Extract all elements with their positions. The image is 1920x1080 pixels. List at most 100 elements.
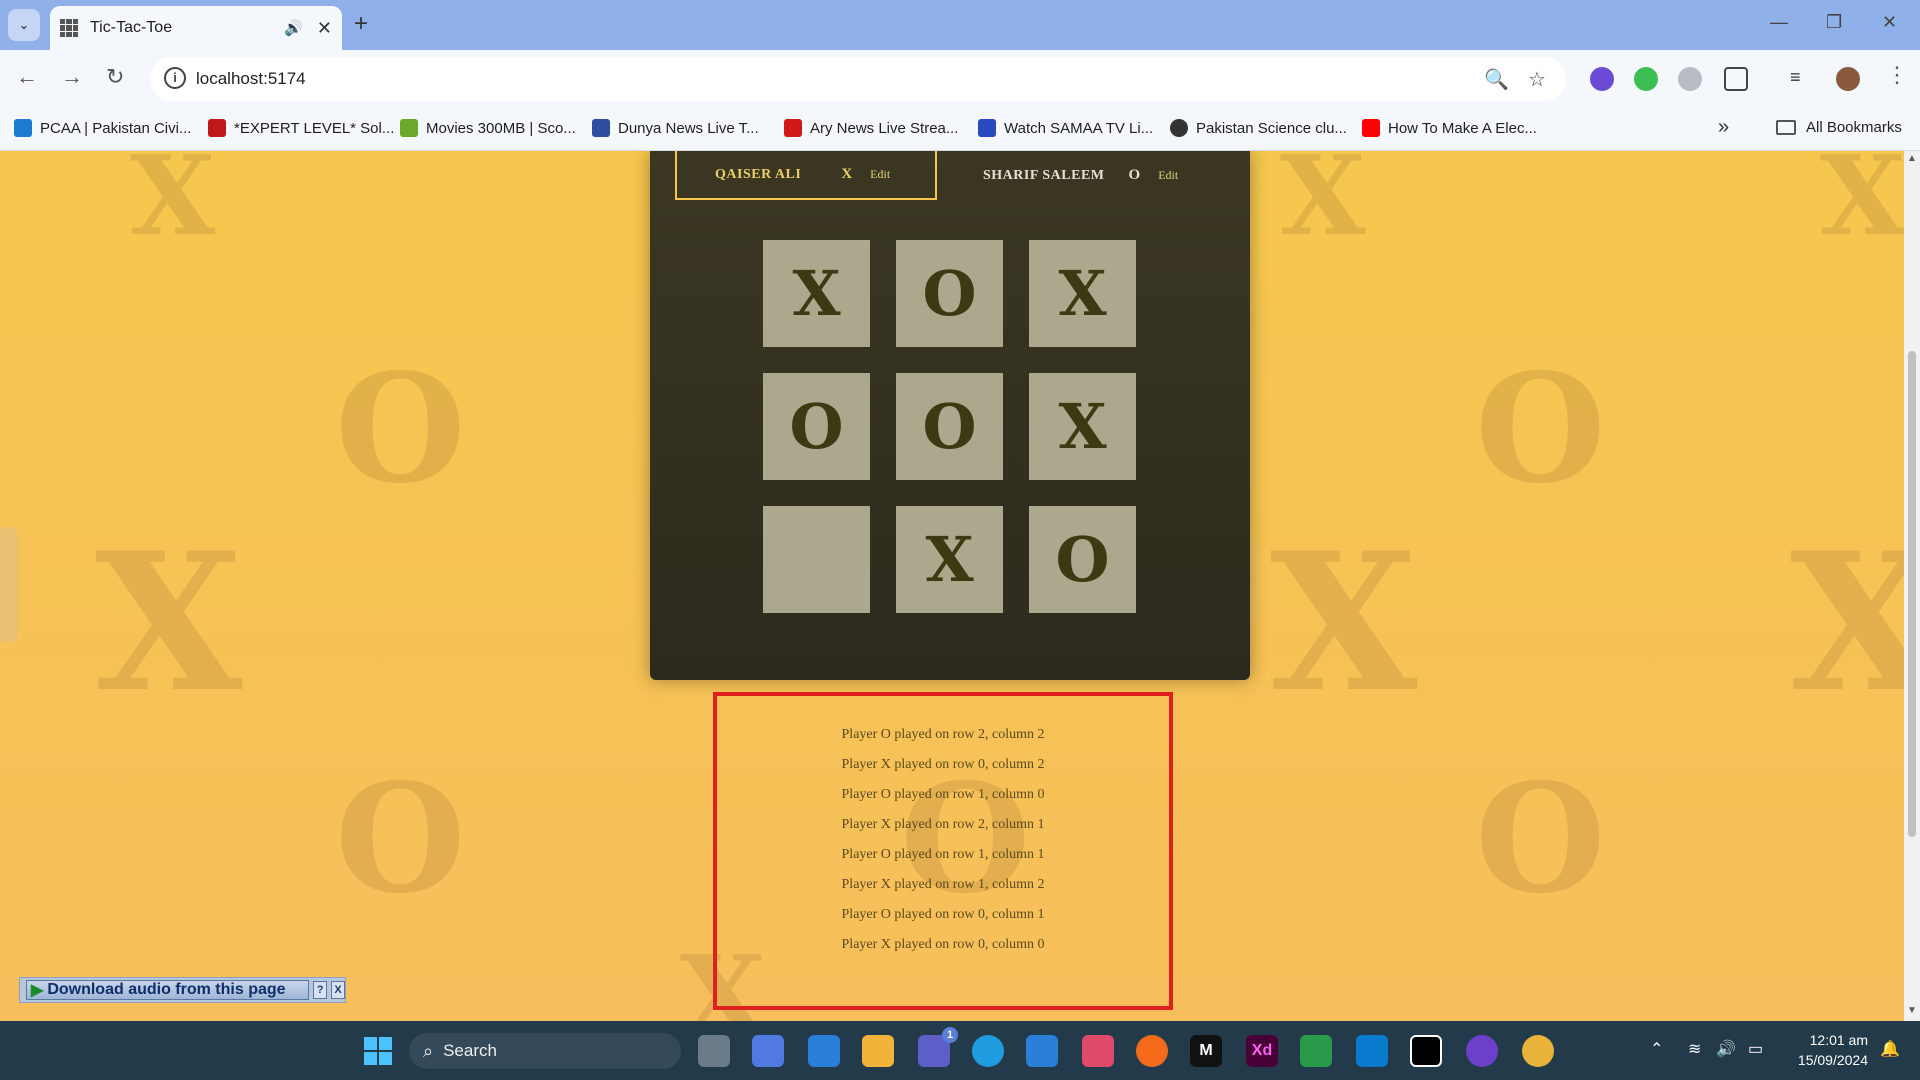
page-scrollbar[interactable]: ▲ ▼ — [1904, 151, 1920, 1021]
vscode-icon[interactable] — [1356, 1035, 1388, 1067]
bookmark-favicon-icon — [14, 119, 32, 137]
site-info-icon[interactable]: i — [164, 67, 186, 89]
all-bookmarks-button[interactable]: All Bookmarks — [1776, 119, 1902, 136]
minimize-icon[interactable]: — — [1770, 12, 1788, 33]
bookmark-item[interactable]: Watch SAMAA TV Li... — [978, 119, 1153, 137]
profile-avatar[interactable] — [1836, 67, 1860, 91]
background-o-icon: O — [1475, 341, 1606, 517]
menu-kebab-icon[interactable]: ⋮ — [1886, 62, 1908, 88]
board-cell[interactable]: X — [1029, 240, 1136, 347]
search-icon: ⌕ — [423, 1040, 434, 1061]
bookmark-item[interactable]: Dunya News Live T... — [592, 119, 759, 137]
clock[interactable]: 12:01 am 15/09/2024 — [1782, 1030, 1868, 1070]
media-control-icon[interactable]: ≡ — [1790, 67, 1814, 91]
log-item: Player X played on row 1, column 2 — [841, 877, 1045, 892]
board-cell[interactable]: O — [1029, 506, 1136, 613]
reload-icon[interactable]: ↻ — [106, 64, 124, 90]
windows-start-icon[interactable] — [362, 1035, 394, 1067]
player-name: SHARIF SALEEM — [983, 167, 1105, 183]
adobe-xd-icon[interactable]: Xd — [1246, 1035, 1278, 1067]
zoom-icon[interactable]: 🔍 — [1484, 67, 1509, 92]
board-cell[interactable] — [763, 506, 870, 613]
taskbar-search[interactable]: ⌕ Search — [409, 1033, 681, 1069]
copilot-icon[interactable] — [752, 1035, 784, 1067]
chrome-icon[interactable] — [1522, 1035, 1554, 1067]
more-bookmarks-icon[interactable]: » — [1718, 116, 1729, 139]
log-item: Player X played on row 0, column 2 — [841, 757, 1045, 772]
close-bar-button[interactable]: X — [331, 981, 345, 999]
bookmark-favicon-icon — [1170, 119, 1188, 137]
chevron-up-icon[interactable]: ⌃ — [1650, 1039, 1663, 1059]
time: 12:01 am — [1809, 1032, 1868, 1048]
bookmark-item[interactable]: How To Make A Elec... — [1362, 119, 1537, 137]
board-cell[interactable]: O — [763, 373, 870, 480]
back-icon[interactable]: ← — [16, 64, 38, 90]
bookmark-favicon-icon — [208, 119, 226, 137]
tab-search-button[interactable]: ⌄ — [8, 9, 40, 41]
log-item: Player O played on row 1, column 0 — [841, 787, 1045, 802]
bookmark-item[interactable]: Movies 300MB | Sco... — [400, 119, 576, 137]
scroll-thumb[interactable] — [1908, 351, 1916, 837]
app-square-icon[interactable] — [1410, 1035, 1442, 1067]
extension-icon[interactable] — [1590, 67, 1614, 91]
restore-icon[interactable]: ❐ — [1826, 12, 1842, 33]
soundcloud-icon[interactable] — [1136, 1035, 1168, 1067]
wifi-icon[interactable]: ≋ — [1688, 1039, 1701, 1059]
background-o-icon: O — [335, 751, 466, 927]
bookmark-star-icon[interactable]: ☆ — [1528, 67, 1546, 92]
bookmark-item[interactable]: PCAA | Pakistan Civi... — [14, 119, 191, 137]
bookmarks-bar: PCAA | Pakistan Civi... *EXPERT LEVEL* S… — [0, 108, 1920, 151]
mail-icon[interactable] — [1026, 1035, 1058, 1067]
github-icon[interactable] — [1466, 1035, 1498, 1067]
log-item: Player O played on row 0, column 1 — [841, 907, 1045, 922]
board-cell[interactable]: X — [896, 506, 1003, 613]
new-tab-button[interactable]: + — [354, 10, 368, 38]
url-text[interactable]: localhost:5174 — [196, 69, 306, 89]
shield-icon[interactable] — [1678, 67, 1702, 91]
volume-icon[interactable]: 🔊 — [1716, 1039, 1736, 1059]
extension-icon[interactable] — [1634, 67, 1658, 91]
file-explorer-icon[interactable] — [862, 1035, 894, 1067]
bookmark-item[interactable]: *EXPERT LEVEL* Sol... — [208, 119, 394, 137]
download-audio-button[interactable]: ▶ Download audio from this page — [26, 980, 310, 1000]
speaker-icon[interactable]: 🔊 — [284, 19, 303, 37]
game-container: QAISER ALI X Edit SHARIF SALEEM O Edit X… — [650, 151, 1250, 680]
player-symbol: X — [841, 166, 853, 182]
browser-tab[interactable]: Tic-Tac-Toe 🔊 ✕ — [50, 6, 342, 50]
snipping-tool-icon[interactable] — [1082, 1035, 1114, 1067]
battery-icon[interactable]: ▭ — [1748, 1039, 1763, 1059]
edge-icon[interactable] — [972, 1035, 1004, 1067]
app-m-icon[interactable]: M — [1190, 1035, 1222, 1067]
extensions-puzzle-icon[interactable] — [1724, 67, 1748, 91]
forward-icon[interactable]: → — [61, 64, 83, 90]
scroll-up-icon[interactable]: ▲ — [1907, 153, 1917, 164]
board-cell[interactable]: X — [1029, 373, 1136, 480]
teams-icon[interactable]: 1 — [918, 1027, 958, 1067]
log-item: Player O played on row 1, column 1 — [841, 847, 1045, 862]
help-button[interactable]: ? — [313, 981, 328, 999]
store-icon[interactable] — [808, 1035, 840, 1067]
player-name: QAISER ALI — [715, 166, 802, 182]
board-cell[interactable]: X — [763, 240, 870, 347]
close-icon[interactable]: ✕ — [317, 18, 332, 39]
log-item: Player O played on row 2, column 2 — [841, 727, 1045, 742]
notifications-icon[interactable]: 🔔 — [1880, 1039, 1900, 1059]
board-cell[interactable]: O — [896, 373, 1003, 480]
board-cell[interactable]: O — [896, 240, 1003, 347]
edit-player-button[interactable]: Edit — [1158, 168, 1178, 183]
app-icon[interactable] — [1300, 1035, 1332, 1067]
window-close-icon[interactable]: ✕ — [1882, 12, 1897, 33]
side-panel-handle[interactable] — [0, 527, 18, 642]
address-bar[interactable]: i localhost:5174 🔍 ☆ — [150, 57, 1566, 101]
task-view-icon[interactable] — [698, 1035, 730, 1067]
bookmark-item[interactable]: Ary News Live Strea... — [784, 119, 958, 137]
log-item: Player X played on row 2, column 1 — [841, 817, 1045, 832]
folder-icon — [1776, 120, 1796, 135]
background-x-icon: X — [1280, 151, 1366, 260]
scroll-down-icon[interactable]: ▼ — [1907, 1005, 1917, 1016]
background-x-icon: X — [95, 511, 243, 734]
windows-taskbar: ⌕ Search 1 M Xd ⌃ ≋ 🔊 ▭ 12:01 am 15/09/2… — [0, 1021, 1920, 1080]
edit-player-button[interactable]: Edit — [870, 167, 890, 182]
player-symbol: O — [1128, 167, 1141, 183]
bookmark-item[interactable]: Pakistan Science clu... — [1170, 119, 1347, 137]
